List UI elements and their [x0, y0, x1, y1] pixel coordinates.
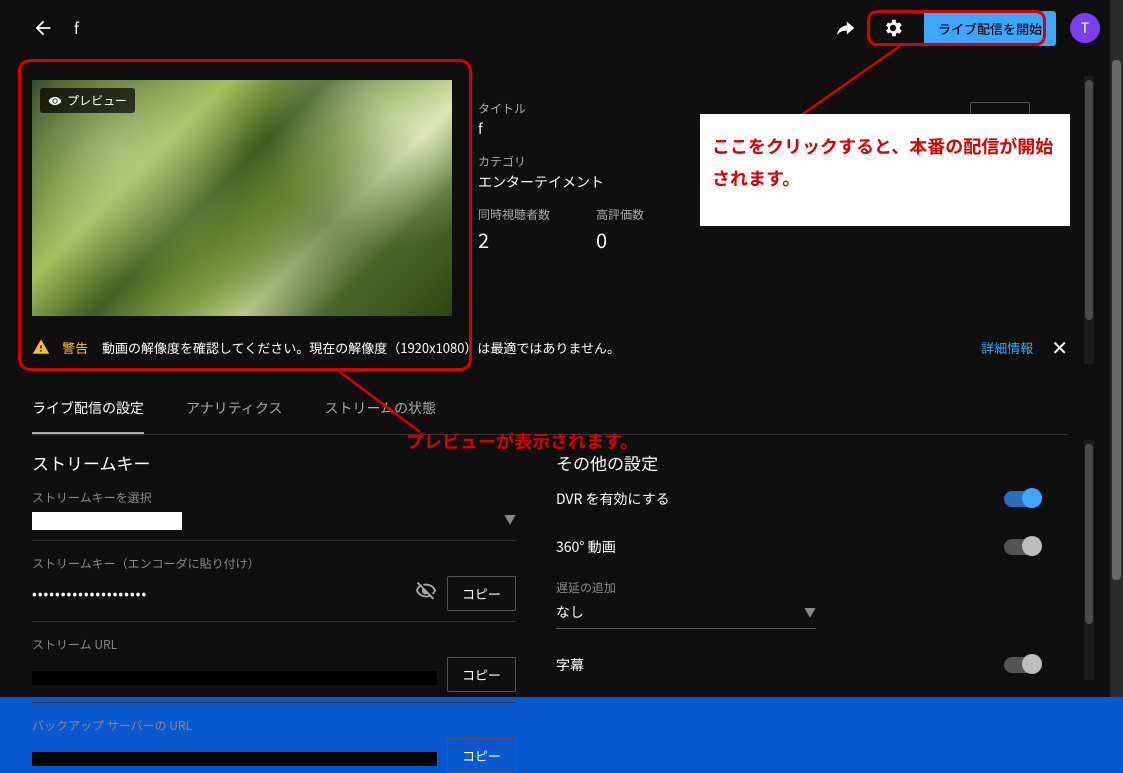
- latency-value: なし: [556, 602, 584, 622]
- tab-analytics[interactable]: アナリティクス: [186, 390, 282, 434]
- settings-panel: ストリームキー ストリームキーを選択 ▼ ストリームキー（エンコーダに貼り付け）…: [32, 438, 1068, 697]
- scrollbar[interactable]: [1084, 440, 1094, 680]
- back-arrow-icon[interactable]: [26, 11, 60, 45]
- warning-learn-more[interactable]: 詳細情報: [981, 338, 1033, 357]
- video360-toggle[interactable]: [1004, 539, 1040, 555]
- youtube-studio-live: f ライブ配信を開始 T プレビュー タイトル f カテゴリ エンターテイメント…: [0, 0, 1110, 697]
- stream-key-select-label: ストリームキーを選択: [32, 489, 516, 506]
- preview-badge: プレビュー: [40, 88, 135, 113]
- warning-triangle-icon: [32, 338, 50, 356]
- gear-icon[interactable]: [876, 11, 910, 45]
- stream-key-field-label: ストリームキー（エンコーダに貼り付け）: [32, 555, 516, 572]
- backup-url-value: [32, 752, 437, 766]
- divider: [32, 621, 516, 622]
- stream-key-select[interactable]: ▼: [32, 508, 516, 530]
- visibility-off-icon[interactable]: [415, 580, 437, 607]
- settings-tabs: ライブ配信の設定 アナリティクス ストリームの状態: [32, 390, 1068, 435]
- meta-category-label: カテゴリ: [478, 153, 644, 170]
- latency-label: 遅延の追加: [556, 579, 1040, 596]
- stream-metadata: タイトル f カテゴリ エンターテイメント 同時視聴者数 2 高評価数 0: [478, 100, 644, 254]
- other-settings-heading: その他の設定: [556, 450, 1040, 475]
- meta-category-value: エンターテイメント: [478, 172, 644, 192]
- copy-backup-url-button[interactable]: コピー: [447, 738, 516, 773]
- divider: [32, 702, 516, 703]
- meta-title-label: タイトル: [478, 100, 644, 117]
- stream-title: f: [74, 18, 79, 39]
- copy-stream-url-button[interactable]: コピー: [447, 657, 516, 692]
- meta-viewers-label: 同時視聴者数: [478, 206, 550, 223]
- chevron-down-icon: ▼: [804, 604, 816, 621]
- dvr-label: DVR を有効にする: [556, 489, 670, 509]
- warning-bar: 警告 動画の解像度を確認してください。現在の解像度（1920x1080）は最適で…: [32, 332, 1068, 362]
- warning-tag: 警告: [62, 338, 88, 357]
- share-icon[interactable]: [828, 11, 862, 45]
- copy-stream-key-button[interactable]: コピー: [447, 576, 516, 611]
- scrollbar[interactable]: [1084, 76, 1094, 364]
- preview-badge-label: プレビュー: [67, 92, 127, 109]
- stream-key-heading: ストリームキー: [32, 450, 516, 475]
- stream-key-masked: ••••••••••••••••••••: [32, 584, 405, 604]
- cc-toggle[interactable]: [1004, 657, 1040, 673]
- chevron-down-icon: ▼: [504, 511, 516, 528]
- scrollbar[interactable]: [1110, 0, 1123, 697]
- warning-message: 動画の解像度を確認してください。現在の解像度（1920x1080）は最適ではあり…: [102, 338, 620, 357]
- video360-label: 360° 動画: [556, 537, 616, 557]
- stream-key-select-value: [32, 512, 182, 530]
- other-settings-column: その他の設定 DVR を有効にする 360° 動画 遅延の追加 なし ▼ 字幕: [544, 438, 1068, 697]
- tab-stream-settings[interactable]: ライブ配信の設定: [32, 390, 144, 434]
- cc-label: 字幕: [556, 655, 584, 675]
- meta-likes-value: 0: [596, 225, 644, 254]
- dvr-toggle[interactable]: [1004, 491, 1040, 507]
- backup-url-label: バックアップ サーバーの URL: [32, 717, 516, 734]
- latency-select[interactable]: なし ▼: [556, 602, 816, 629]
- eye-icon: [48, 94, 62, 108]
- top-bar: f ライブ配信を開始 T: [0, 0, 1110, 56]
- go-live-button[interactable]: ライブ配信を開始: [924, 11, 1056, 46]
- tab-stream-health[interactable]: ストリームの状態: [324, 390, 436, 434]
- preview-thumbnail[interactable]: プレビュー: [32, 80, 452, 316]
- meta-title-value: f: [478, 119, 644, 139]
- close-icon[interactable]: ✕: [1051, 337, 1068, 357]
- stream-url-value: [32, 671, 437, 685]
- avatar[interactable]: T: [1070, 13, 1100, 43]
- divider: [32, 540, 516, 541]
- stream-url-label: ストリーム URL: [32, 636, 516, 653]
- meta-viewers-value: 2: [478, 225, 550, 254]
- meta-likes-label: 高評価数: [596, 206, 644, 223]
- edit-button[interactable]: [970, 102, 1030, 136]
- stream-key-column: ストリームキー ストリームキーを選択 ▼ ストリームキー（エンコーダに貼り付け）…: [32, 438, 544, 697]
